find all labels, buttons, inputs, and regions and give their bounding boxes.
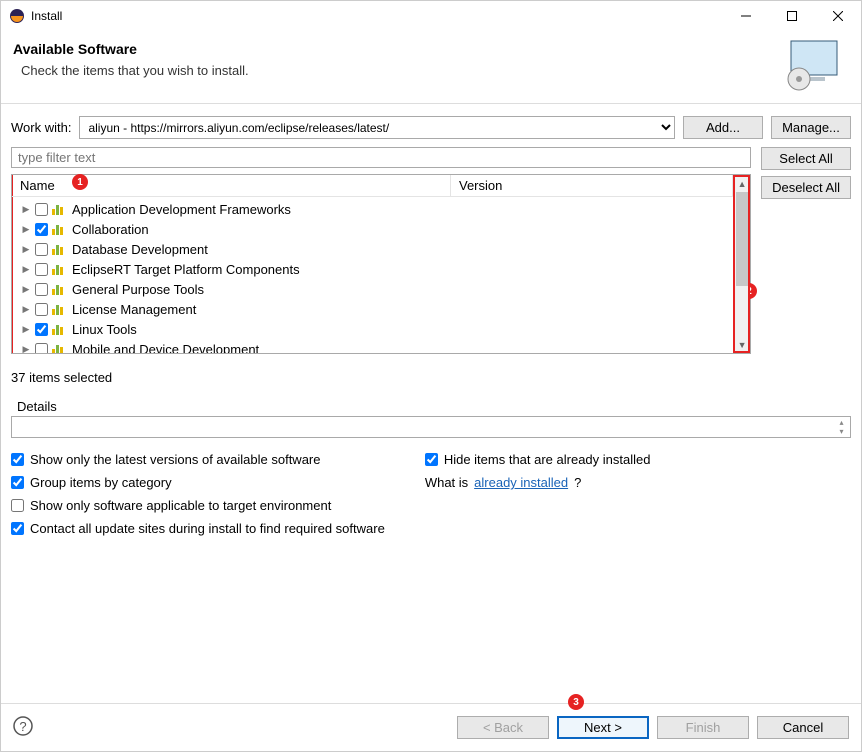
details-label: Details xyxy=(17,399,851,414)
already-installed-hint: What is already installed ? xyxy=(425,475,651,490)
column-header-version[interactable]: Version xyxy=(451,175,733,196)
tree-item[interactable]: ▶ Collaboration xyxy=(13,219,733,239)
wizard-footer: 3 ? < Back Next > Finish Cancel xyxy=(1,703,861,751)
tree-item[interactable]: ▶ General Purpose Tools xyxy=(13,279,733,299)
work-with-row: Work with: aliyun - https://mirrors.aliy… xyxy=(11,116,851,139)
item-label: EclipseRT Target Platform Components xyxy=(72,262,300,277)
work-with-label: Work with: xyxy=(11,120,71,135)
category-icon xyxy=(52,243,68,255)
install-dialog: Install Available Software Check the ite… xyxy=(0,0,862,752)
scrollbar-thumb[interactable] xyxy=(736,192,748,286)
item-label: Application Development Frameworks xyxy=(72,202,291,217)
item-checkbox[interactable] xyxy=(35,223,48,236)
item-label: Collaboration xyxy=(72,222,149,237)
wizard-header: Available Software Check the items that … xyxy=(1,31,861,104)
annotation-badge-1: 1 xyxy=(72,174,88,190)
already-installed-link[interactable]: already installed xyxy=(474,475,568,490)
next-button[interactable]: Next > xyxy=(557,716,649,739)
expand-icon[interactable]: ▶ xyxy=(21,284,31,295)
category-icon xyxy=(52,303,68,315)
category-icon xyxy=(52,263,68,275)
close-button[interactable] xyxy=(815,1,861,31)
eclipse-icon xyxy=(9,8,25,24)
item-label: General Purpose Tools xyxy=(72,282,204,297)
tree-item[interactable]: ▶ EclipseRT Target Platform Components xyxy=(13,259,733,279)
category-icon xyxy=(52,283,68,295)
item-checkbox[interactable] xyxy=(35,343,48,354)
option-hide-installed[interactable]: Hide items that are already installed xyxy=(425,452,651,467)
titlebar: Install xyxy=(1,1,861,31)
item-label: License Management xyxy=(72,302,196,317)
window-controls xyxy=(723,1,861,31)
tree-item[interactable]: ▶ Mobile and Device Development xyxy=(13,339,733,353)
minimize-button[interactable] xyxy=(723,1,769,31)
expand-icon[interactable]: ▶ xyxy=(21,264,31,275)
cancel-button[interactable]: Cancel xyxy=(757,716,849,739)
option-latest-only[interactable]: Show only the latest versions of availab… xyxy=(11,452,385,467)
expand-icon[interactable]: ▶ xyxy=(21,304,31,315)
finish-button: Finish xyxy=(657,716,749,739)
tree-scrollbar[interactable]: ▲ ▼ xyxy=(733,175,750,353)
page-title: Available Software xyxy=(13,41,785,57)
item-checkbox[interactable] xyxy=(35,323,48,336)
category-icon xyxy=(52,203,68,215)
annotation-badge-3: 3 xyxy=(568,694,584,710)
item-checkbox[interactable] xyxy=(35,203,48,216)
item-label: Database Development xyxy=(72,242,208,257)
back-button: < Back xyxy=(457,716,549,739)
help-icon: ? xyxy=(13,716,33,736)
expand-icon[interactable]: ▶ xyxy=(21,344,31,354)
tree-item[interactable]: ▶ Database Development xyxy=(13,239,733,259)
manage-sites-button[interactable]: Manage... xyxy=(771,116,851,139)
scroll-down-icon[interactable]: ▼ xyxy=(734,336,750,353)
maximize-button[interactable] xyxy=(769,1,815,31)
item-checkbox[interactable] xyxy=(35,283,48,296)
filter-input[interactable] xyxy=(11,147,751,168)
page-subtitle: Check the items that you wish to install… xyxy=(21,63,785,78)
select-all-button[interactable]: Select All xyxy=(761,147,851,170)
item-checkbox[interactable] xyxy=(35,243,48,256)
item-checkbox[interactable] xyxy=(35,263,48,276)
details-text[interactable]: ▴▾ xyxy=(11,416,851,438)
item-label: Linux Tools xyxy=(72,322,137,337)
expand-icon[interactable]: ▶ xyxy=(21,224,31,235)
selection-status: 37 items selected xyxy=(11,364,851,395)
install-banner-icon xyxy=(785,39,843,91)
expand-icon[interactable]: ▶ xyxy=(21,244,31,255)
window-title: Install xyxy=(31,9,723,23)
deselect-all-button[interactable]: Deselect All xyxy=(761,176,851,199)
software-tree: 1 2 Name Version ▶Application Developmen… xyxy=(11,174,751,354)
expand-icon[interactable]: ▶ xyxy=(21,204,31,215)
option-group-by-category[interactable]: Group items by category xyxy=(11,475,385,490)
category-icon xyxy=(52,343,68,353)
category-icon xyxy=(52,223,68,235)
expand-icon[interactable]: ▶ xyxy=(21,324,31,335)
option-target-environment[interactable]: Show only software applicable to target … xyxy=(11,498,385,513)
category-icon xyxy=(52,323,68,335)
work-with-combo[interactable]: aliyun - https://mirrors.aliyun.com/ecli… xyxy=(79,116,675,139)
item-checkbox[interactable] xyxy=(35,303,48,316)
option-contact-all-sites[interactable]: Contact all update sites during install … xyxy=(11,521,385,536)
item-label: Mobile and Device Development xyxy=(72,342,259,354)
tree-item[interactable]: ▶ License Management xyxy=(13,299,733,319)
tree-item[interactable]: ▶ Application Development Frameworks xyxy=(13,199,733,219)
help-button[interactable]: ? xyxy=(13,716,33,739)
add-site-button[interactable]: Add... xyxy=(683,116,763,139)
svg-text:?: ? xyxy=(19,719,26,734)
tree-item[interactable]: ▶ Linux Tools xyxy=(13,319,733,339)
scroll-up-icon[interactable]: ▲ xyxy=(734,175,750,192)
